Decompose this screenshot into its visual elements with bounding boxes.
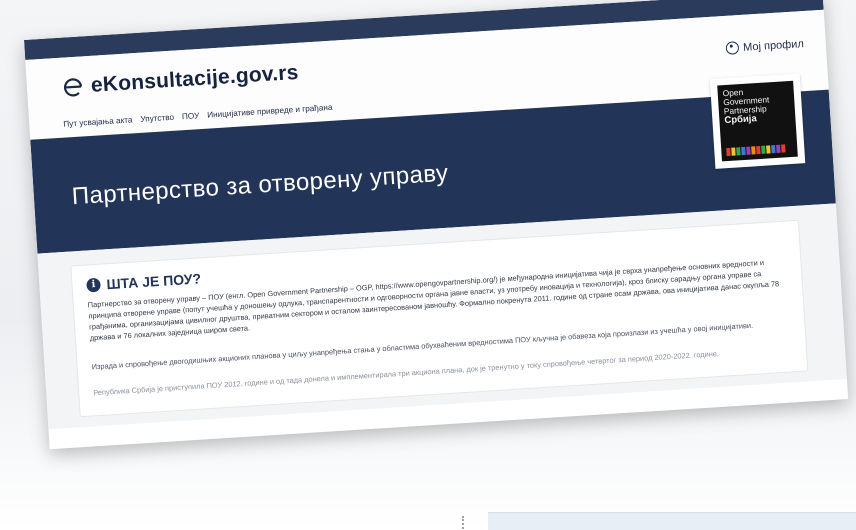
info-card: i ШТА ЈЕ ПОУ? Партнерство за отворену уп… — [70, 219, 809, 418]
page-title: Партнерство за отворену управу — [71, 159, 450, 211]
footer-bar — [488, 512, 856, 530]
info-icon: i — [86, 277, 101, 293]
nav-item-initiatives[interactable]: Иницијативе привреде и грађана — [207, 103, 333, 120]
website-screenshot: eKonsultacije.gov.rs Мој профил Пут усва… — [24, 0, 849, 450]
site-logo[interactable]: eKonsultacije.gov.rs — [60, 61, 299, 100]
ogp-logo-badge: Open Government Partnership Србија — [717, 80, 798, 162]
card-header: i ШТА ЈЕ ПОУ? — [86, 270, 201, 293]
divider — [462, 516, 466, 529]
paragraph-3: Република Србија је приступила ПОУ 2012.… — [93, 348, 720, 398]
nav-item-instructions[interactable]: Упутство — [140, 113, 174, 124]
e-logo-icon — [64, 78, 83, 97]
ogp-color-stripes — [726, 144, 786, 157]
profile-link[interactable]: Мој профил — [725, 37, 805, 55]
nav-item-ogp[interactable]: ПОУ — [182, 111, 200, 121]
nav-item-act-adoption[interactable]: Пут усвајања акта — [63, 115, 133, 128]
profile-label: Мој профил — [742, 37, 805, 54]
ogp-logo: Open Government Partnership Србија — [709, 73, 806, 169]
user-icon — [725, 41, 740, 55]
site-name: eKonsultacije.gov.rs — [90, 60, 300, 97]
section-title: ШТА ЈЕ ПОУ? — [106, 270, 202, 293]
